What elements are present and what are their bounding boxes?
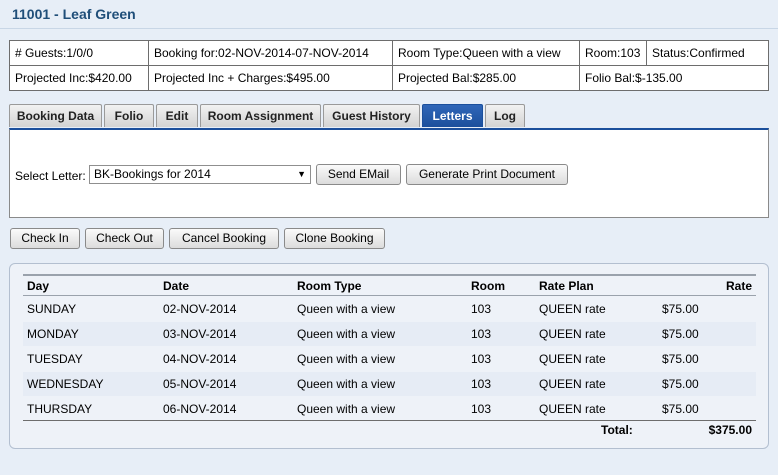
row-day-cell: THURSDAY (27, 402, 93, 416)
grid-bottom-rule (23, 420, 756, 421)
booking-for-cell: Booking for:02-NOV-2014-07-NOV-2014 (148, 40, 393, 66)
header-date: Date (163, 279, 190, 293)
row-day-cell: TUESDAY (27, 352, 83, 366)
row-rate-plan-cell: QUEEN rate (539, 352, 606, 366)
letter-select-value: BK-Bookings for 2014 (94, 167, 211, 181)
tab-edit[interactable]: Edit (156, 104, 198, 127)
projected-inc-charges-cell: Projected Inc + Charges:$495.00 (148, 65, 393, 91)
row-room-cell: 103 (471, 352, 492, 366)
generate-print-document-button[interactable]: Generate Print Document (406, 164, 568, 185)
row-date-cell: 06-NOV-2014 (163, 402, 237, 416)
cancel-booking-button[interactable]: Cancel Booking (169, 228, 279, 249)
row-rate-plan-cell: QUEEN rate (539, 402, 606, 416)
row-day-cell: SUNDAY (27, 302, 77, 316)
header-rate-plan: Rate Plan (539, 279, 594, 293)
tab-booking-data[interactable]: Booking Data (9, 104, 102, 127)
row-room-type-cell: Queen with a view (297, 302, 396, 316)
tab-log[interactable]: Log (485, 104, 525, 127)
booking-nights-grid: Day Date Room Type Room Rate Plan Rate S… (9, 263, 769, 449)
row-rate-cell: $75.00 (662, 327, 699, 341)
tab-bar: Booking Data Folio Edit Room Assignment … (9, 104, 769, 128)
summary-row-2: Projected Inc:$420.00 Projected Inc + Ch… (9, 65, 769, 91)
grid-top-rule (23, 274, 756, 276)
total-label: Total: (601, 423, 633, 437)
clone-booking-button[interactable]: Clone Booking (284, 228, 385, 249)
tab-room-assignment[interactable]: Room Assignment (200, 104, 321, 127)
chevron-down-icon: ▼ (297, 169, 306, 179)
tab-folio[interactable]: Folio (104, 104, 154, 127)
letter-select[interactable]: BK-Bookings for 2014 ▼ (89, 165, 311, 184)
row-date-cell: 04-NOV-2014 (163, 352, 237, 366)
row-room-type-cell: Queen with a view (297, 402, 396, 416)
header-room-type: Room Type (297, 279, 362, 293)
check-in-button[interactable]: Check In (10, 228, 80, 249)
title-divider (0, 28, 778, 29)
row-rate-cell: $75.00 (662, 377, 699, 391)
send-email-button[interactable]: Send EMail (316, 164, 401, 185)
folio-bal-cell: Folio Bal:$-135.00 (579, 65, 769, 91)
row-day-cell: WEDNESDAY (27, 377, 104, 391)
summary-row-1: # Guests:1/0/0 Booking for:02-NOV-2014-0… (9, 40, 769, 66)
booking-summary-table: # Guests:1/0/0 Booking for:02-NOV-2014-0… (9, 40, 769, 91)
check-out-button[interactable]: Check Out (85, 228, 164, 249)
row-room-cell: 103 (471, 327, 492, 341)
row-date-cell: 05-NOV-2014 (163, 377, 237, 391)
row-rate-cell: $75.00 (662, 302, 699, 316)
header-rate: Rate (725, 279, 752, 293)
row-rate-cell: $75.00 (662, 352, 699, 366)
projected-bal-cell: Projected Bal:$285.00 (392, 65, 580, 91)
room-cell: Room:103 (579, 40, 647, 66)
tab-letters[interactable]: Letters (422, 104, 483, 127)
select-letter-label: Select Letter: (15, 169, 86, 183)
page-title: 11001 - Leaf Green (12, 6, 136, 22)
row-rate-plan-cell: QUEEN rate (539, 302, 606, 316)
row-date-cell: 02-NOV-2014 (163, 302, 237, 316)
row-room-cell: 103 (471, 402, 492, 416)
status-cell: Status:Confirmed (646, 40, 769, 66)
row-room-type-cell: Queen with a view (297, 377, 396, 391)
row-rate-plan-cell: QUEEN rate (539, 327, 606, 341)
row-rate-cell: $75.00 (662, 402, 699, 416)
header-room: Room (471, 279, 505, 293)
letters-panel: Select Letter: BK-Bookings for 2014 ▼ Se… (9, 128, 769, 218)
grid-header-rule (23, 295, 756, 296)
projected-inc-cell: Projected Inc:$420.00 (9, 65, 149, 91)
row-room-cell: 103 (471, 377, 492, 391)
row-day-cell: MONDAY (27, 327, 79, 341)
row-room-cell: 103 (471, 302, 492, 316)
row-rate-plan-cell: QUEEN rate (539, 377, 606, 391)
row-room-type-cell: Queen with a view (297, 352, 396, 366)
room-type-cell: Room Type:Queen with a view (392, 40, 580, 66)
row-date-cell: 03-NOV-2014 (163, 327, 237, 341)
tab-guest-history[interactable]: Guest History (323, 104, 420, 127)
guests-cell: # Guests:1/0/0 (9, 40, 149, 66)
total-value: $375.00 (708, 423, 752, 437)
row-room-type-cell: Queen with a view (297, 327, 396, 341)
header-day: Day (27, 279, 50, 293)
